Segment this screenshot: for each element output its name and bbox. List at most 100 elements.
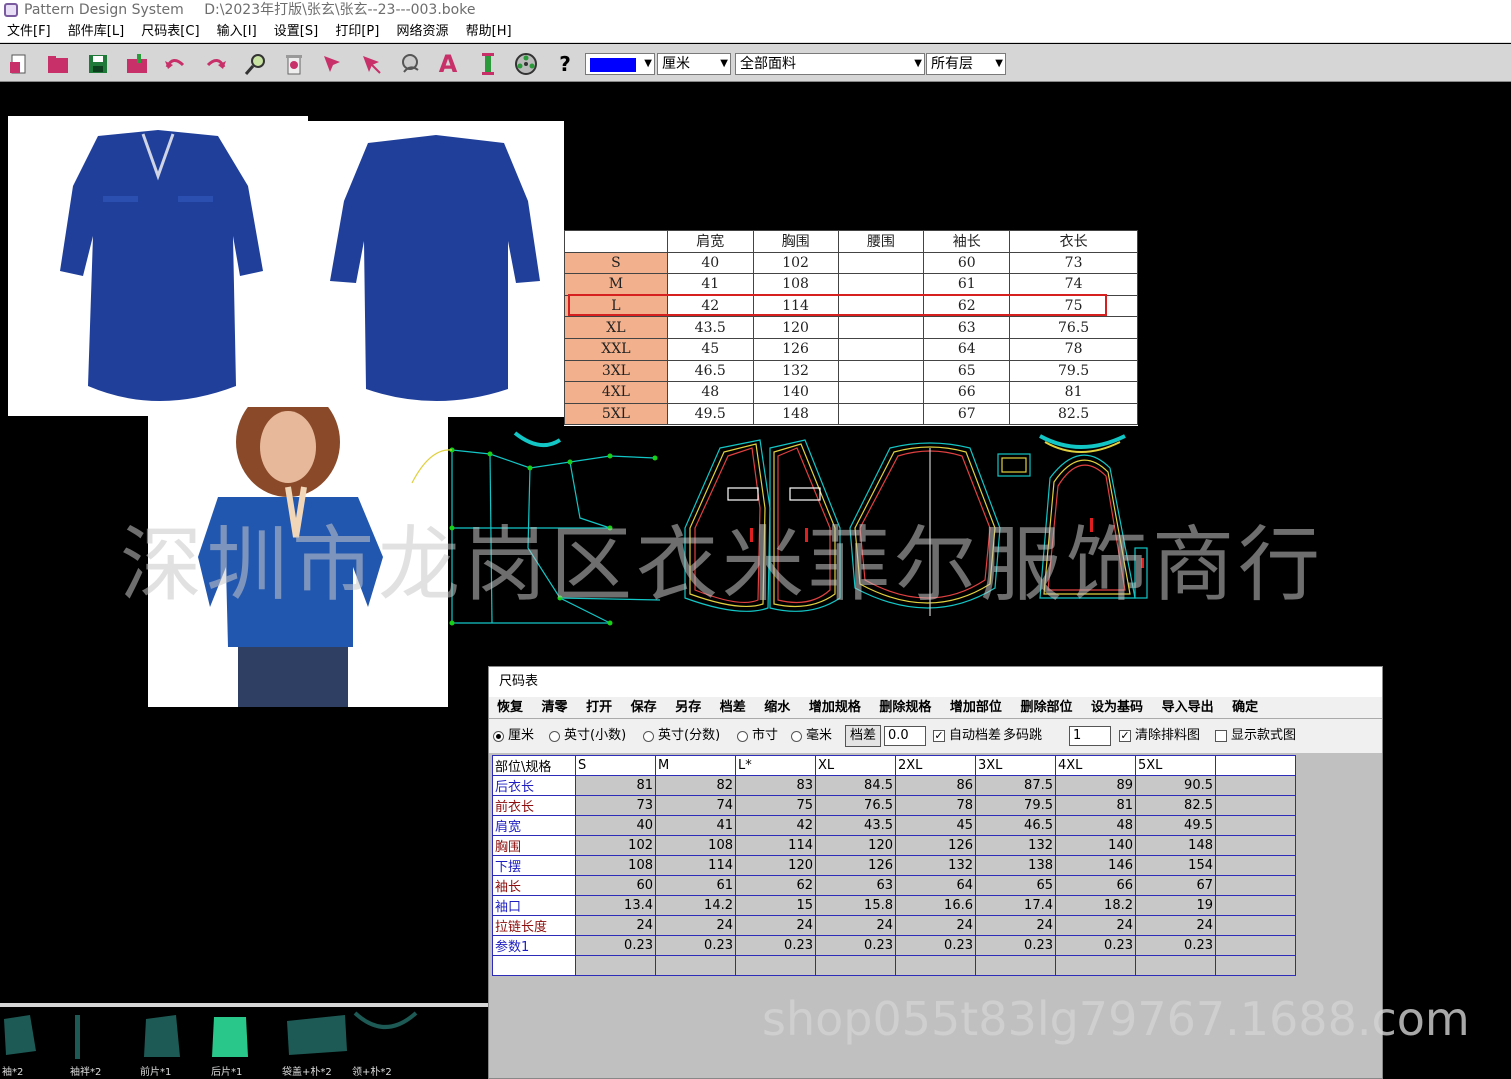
size-value-cell[interactable]: 132 — [975, 835, 1056, 856]
part-name-cell[interactable]: 袖口 — [492, 895, 576, 916]
size-value-cell[interactable]: 24 — [1135, 915, 1216, 936]
measure-icon[interactable] — [397, 51, 423, 77]
empty-cell[interactable] — [1215, 775, 1296, 796]
layer-select[interactable]: 所有层 ▼ — [926, 53, 1006, 75]
confirm-button[interactable]: 确定 — [1232, 697, 1258, 719]
size-value-cell[interactable]: 78 — [895, 795, 976, 816]
size-value-cell[interactable]: 84.5 — [815, 775, 896, 796]
size-value-cell[interactable]: 24 — [575, 915, 656, 936]
size-value-cell[interactable]: 63 — [815, 875, 896, 896]
save-icon[interactable] — [85, 51, 111, 77]
grading-icon[interactable] — [475, 51, 501, 77]
size-value-cell[interactable]: 81 — [575, 775, 656, 796]
size-header-cell[interactable]: 4XL — [1055, 755, 1136, 776]
part-name-cell[interactable]: 袖长 — [492, 875, 576, 896]
size-value-cell[interactable]: 65 — [975, 875, 1056, 896]
size-value-cell[interactable]: 60 — [575, 875, 656, 896]
size-value-cell[interactable]: 81 — [1055, 795, 1136, 816]
size-value-cell[interactable]: 13.4 — [575, 895, 656, 916]
save-as-button[interactable]: 另存 — [675, 697, 701, 719]
size-value-cell[interactable]: 24 — [815, 915, 896, 936]
part-name-cell[interactable]: 胸围 — [492, 835, 576, 856]
unit-radio-shicun[interactable]: 市寸 — [737, 719, 778, 753]
size-value-cell[interactable]: 24 — [975, 915, 1056, 936]
import-export-button[interactable]: 导入导出 — [1162, 697, 1214, 719]
size-header-cell[interactable]: 2XL — [895, 755, 976, 776]
unit-radio-inch-decimal[interactable]: 英寸(小数) — [549, 719, 626, 753]
menu-help[interactable]: 帮助[H] — [466, 21, 512, 43]
size-header-cell[interactable]: 5XL — [1135, 755, 1216, 776]
size-header-empty[interactable] — [1215, 755, 1296, 776]
size-value-cell[interactable]: 24 — [735, 915, 816, 936]
size-value-cell[interactable]: 74 — [655, 795, 736, 816]
size-value-cell[interactable]: 24 — [655, 915, 736, 936]
new-file-icon[interactable] — [6, 51, 32, 77]
size-value-cell[interactable]: 102 — [575, 835, 656, 856]
clear-marker-checkbox[interactable]: ✓ 清除排料图 — [1119, 719, 1200, 753]
size-value-cell[interactable]: 108 — [655, 835, 736, 856]
size-value-cell[interactable]: 24 — [895, 915, 976, 936]
part-name-cell[interactable]: 肩宽 — [492, 815, 576, 836]
menu-size-chart[interactable]: 尺码表[C] — [141, 21, 199, 43]
size-value-cell[interactable]: 154 — [1135, 855, 1216, 876]
multi-jump-input[interactable]: 1 — [1069, 726, 1111, 746]
size-value-cell[interactable]: 40 — [575, 815, 656, 836]
save-button[interactable]: 保存 — [631, 697, 657, 719]
size-value-cell[interactable]: 19 — [1135, 895, 1216, 916]
empty-cell[interactable] — [1215, 915, 1296, 936]
add-size-button[interactable]: 增加规格 — [809, 697, 861, 719]
empty-cell[interactable] — [1135, 955, 1216, 976]
empty-cell[interactable] — [1215, 875, 1296, 896]
zoom-icon[interactable] — [243, 51, 269, 77]
menu-file[interactable]: 文件[F] — [7, 21, 51, 43]
delete-icon[interactable] — [281, 51, 307, 77]
piece-sleeve[interactable]: 袖*2 — [2, 1063, 23, 1078]
import-icon[interactable] — [124, 51, 150, 77]
empty-cell[interactable] — [815, 955, 896, 976]
undo-icon[interactable] — [162, 51, 188, 77]
size-header-cell[interactable]: XL — [815, 755, 896, 776]
open-folder-icon[interactable] — [45, 51, 71, 77]
empty-cell[interactable] — [1215, 895, 1296, 916]
size-value-cell[interactable]: 0.23 — [895, 935, 976, 956]
text-icon[interactable]: A — [435, 51, 461, 77]
size-header-cell[interactable]: S — [575, 755, 656, 776]
set-base-size-button[interactable]: 设为基码 — [1091, 697, 1143, 719]
size-value-cell[interactable]: 0.23 — [1135, 935, 1216, 956]
part-name-cell[interactable]: 拉链长度 — [492, 915, 576, 936]
size-value-cell[interactable]: 89 — [1055, 775, 1136, 796]
shrink-button[interactable]: 缩水 — [764, 697, 790, 719]
unit-radio-mm[interactable]: 毫米 — [791, 719, 832, 753]
size-value-cell[interactable]: 73 — [575, 795, 656, 816]
piece-front[interactable]: 前片*1 — [140, 1063, 171, 1078]
size-value-cell[interactable]: 41 — [655, 815, 736, 836]
part-name-cell[interactable]: 后衣长 — [492, 775, 576, 796]
empty-cell[interactable] — [895, 955, 976, 976]
size-value-cell[interactable]: 0.23 — [1055, 935, 1136, 956]
piece-pocket-flap[interactable]: 袋盖+朴*2 — [282, 1063, 332, 1078]
empty-cell[interactable] — [1215, 855, 1296, 876]
size-value-cell[interactable]: 49.5 — [1135, 815, 1216, 836]
size-value-cell[interactable]: 75 — [735, 795, 816, 816]
size-value-cell[interactable]: 120 — [735, 855, 816, 876]
open-button[interactable]: 打开 — [586, 697, 612, 719]
piece-sleeve-tab[interactable]: 袖袢*2 — [70, 1063, 101, 1078]
grade-button[interactable]: 档差 — [720, 697, 746, 719]
empty-cell[interactable] — [1055, 955, 1136, 976]
menu-input[interactable]: 输入[I] — [217, 21, 257, 43]
empty-cell[interactable] — [1215, 955, 1296, 976]
size-value-cell[interactable]: 140 — [1055, 835, 1136, 856]
size-value-cell[interactable]: 86 — [895, 775, 976, 796]
size-value-cell[interactable]: 15 — [735, 895, 816, 916]
size-value-cell[interactable]: 82.5 — [1135, 795, 1216, 816]
size-value-cell[interactable]: 83 — [735, 775, 816, 796]
size-value-cell[interactable]: 0.23 — [975, 935, 1056, 956]
size-value-cell[interactable]: 126 — [895, 835, 976, 856]
fabric-select[interactable]: 全部面料 ▼ — [735, 53, 925, 75]
part-name-cell[interactable]: 下摆 — [492, 855, 576, 876]
piece-collar[interactable]: 领+朴*2 — [352, 1063, 392, 1078]
size-value-cell[interactable]: 42 — [735, 815, 816, 836]
size-value-cell[interactable]: 76.5 — [815, 795, 896, 816]
size-value-cell[interactable]: 17.4 — [975, 895, 1056, 916]
size-value-cell[interactable]: 18.2 — [1055, 895, 1136, 916]
